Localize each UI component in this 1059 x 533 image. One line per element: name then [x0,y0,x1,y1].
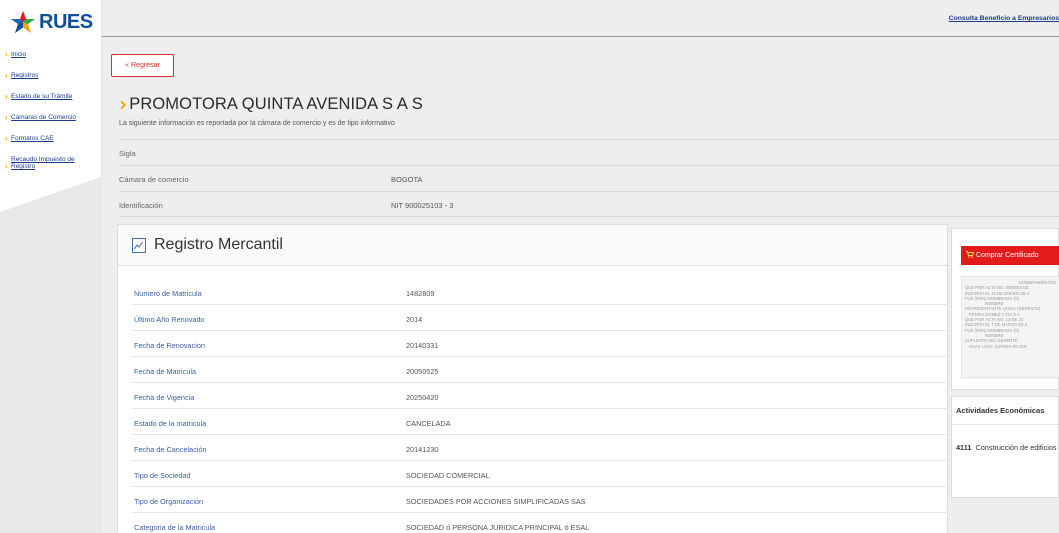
sidebar-item-label[interactable]: Recaudo Impuesto de Registro [11,156,97,170]
row-label: Numero de Matricula [134,289,202,298]
preview-line: HAAS LOCK JURGEN PETER [969,343,1027,349]
actividad-code: 4111 [956,443,972,452]
sidebar-item-label[interactable]: Formatos CAE [11,135,54,142]
row-value: 2014 [406,315,423,324]
row-value: 1482809 [406,289,435,298]
table-row: Numero de Matricula 1482809 [132,279,946,305]
panel-title: Registro Mercantil [154,236,283,253]
info-text: La siguiente información es reportada po… [119,120,395,127]
summary-label: Identificación [119,201,163,210]
actividad-item: 4111Construcción de edificios residencia… [956,443,1059,452]
table-row: Último Año Renovado 2014 [132,305,946,331]
registro-table: Numero de Matricula 1482809 Último Año Re… [132,279,946,533]
summary-label: Sigla [119,149,136,158]
table-row: Fecha de Renovacion 20140331 [132,331,946,357]
top-bar: Consulta Beneficio a Empresarios [102,0,1059,37]
sidebar-item-inicio[interactable]: › Inicio [5,51,97,59]
table-row: Tipo de Sociedad SOCIEDAD COMERCIAL [132,461,946,487]
back-button[interactable]: « Regresar [111,54,174,77]
sidebar-item-label[interactable]: Estado de su Trámite [11,93,72,100]
logo-text: RUES [39,10,93,33]
row-label: Categoria de la Matricula [134,523,216,532]
row-value: SOCIEDADES POR ACCIONES SIMPLIFICADAS SA… [406,497,586,506]
actividad-desc: Construcción de edificios residenciales [975,443,1059,452]
main-content: « Regresar › PROMOTORA QUINTA AVENIDA S … [102,38,1059,533]
table-row: Tipo de Organización SOCIEDADES POR ACCIO… [132,487,946,513]
star-logo-icon [10,10,36,34]
sidebar-item-registros[interactable]: › Registros [5,72,97,80]
buy-certificate-label: Comprar Certificado [976,252,1039,259]
summary-label: Cámara de comercio [119,175,189,184]
summary-row: Sigla [119,139,1059,165]
certificate-preview: NOMBRAMIENTOS QUE POR ACTA NO. 0000003 D… [961,276,1059,378]
row-value: SOCIEDAD COMERCIAL [406,471,490,480]
row-label: Fecha de Renovacion [134,341,205,350]
sidebar-nav: › Inicio › Registros › Estado de su Trám… [5,51,97,184]
rues-logo[interactable]: RUES [10,10,93,34]
sidebar-item-estado-tramite[interactable]: › Estado de su Trámite [5,93,97,101]
row-label: Último Año Renovado [134,315,205,324]
sidebar-item-label[interactable]: Inicio [11,51,26,58]
summary-value: NIT 900025103 - 3 [391,201,454,210]
registro-mercantil-panel: Registro Mercantil Numero de Matricula 14… [117,224,948,533]
table-row: Fecha de Matricula 20050525 [132,357,946,383]
consulta-beneficio-link[interactable]: Consulta Beneficio a Empresarios [949,15,1059,22]
summary-table: Sigla Cámara de comercio BOGOTA Identifi… [119,139,1059,217]
certificate-card: Comprar Certificado NOMBRAMIENTOS QUE PO… [951,228,1059,390]
summary-row: Identificación NIT 900025103 - 3 [119,191,1059,217]
row-value: 20141230 [406,445,439,454]
chart-document-icon [132,237,146,253]
actividades-title: Actividades Económicas [952,397,1058,425]
row-value: 20140331 [406,341,439,350]
row-value: SOCIEDAD ó PERSONA JURIDICA PRINCIPAL ó … [406,523,590,532]
row-label: Tipo de Sociedad [134,471,191,480]
row-value: 20050525 [406,367,439,376]
row-value: 20250420 [406,393,439,402]
sidebar: RUES › Inicio › Registros › Estado de su… [0,0,101,533]
row-value: CANCELADA [406,419,451,428]
actividades-card: Actividades Económicas 4111 Construcción … [951,396,1059,498]
page: RUES › Inicio › Registros › Estado de su… [0,0,1059,533]
table-row: Estado de la matricula CANCELADA [132,409,946,435]
sidebar-item-camaras[interactable]: › Cámaras de Comercio [5,114,97,122]
sidebar-item-recaudo[interactable]: › Recaudo Impuesto de Registro [5,156,97,171]
table-row: Fecha de Vigencia 20250420 [132,383,946,409]
sidebar-item-label[interactable]: Cámaras de Comercio [11,114,76,121]
row-label: Tipo de Organización [134,497,204,506]
row-label: Fecha de Matricula [134,367,197,376]
sidebar-item-formatos-cae[interactable]: › Formatos CAE [5,135,97,143]
sidebar-item-label[interactable]: Registros [11,72,38,79]
row-label: Estado de la matricula [134,419,207,428]
cart-icon [966,251,975,260]
table-row: Fecha de Cancelación 20141230 [132,435,946,461]
summary-value: BOGOTA [391,175,423,184]
table-row: Categoria de la Matricula SOCIEDAD ó PERS… [132,513,946,533]
row-label: Fecha de Vigencia [134,393,195,402]
buy-certificate-button[interactable]: Comprar Certificado [961,246,1059,265]
summary-row: Cámara de comercio BOGOTA [119,165,1059,191]
row-label: Fecha de Cancelación [134,445,207,454]
page-title: › PROMOTORA QUINTA AVENIDA S A S [119,92,423,116]
chevron-right-icon: › [119,92,128,116]
panel-header: Registro Mercantil [118,225,947,266]
company-name: PROMOTORA QUINTA AVENIDA S A S [129,94,423,113]
